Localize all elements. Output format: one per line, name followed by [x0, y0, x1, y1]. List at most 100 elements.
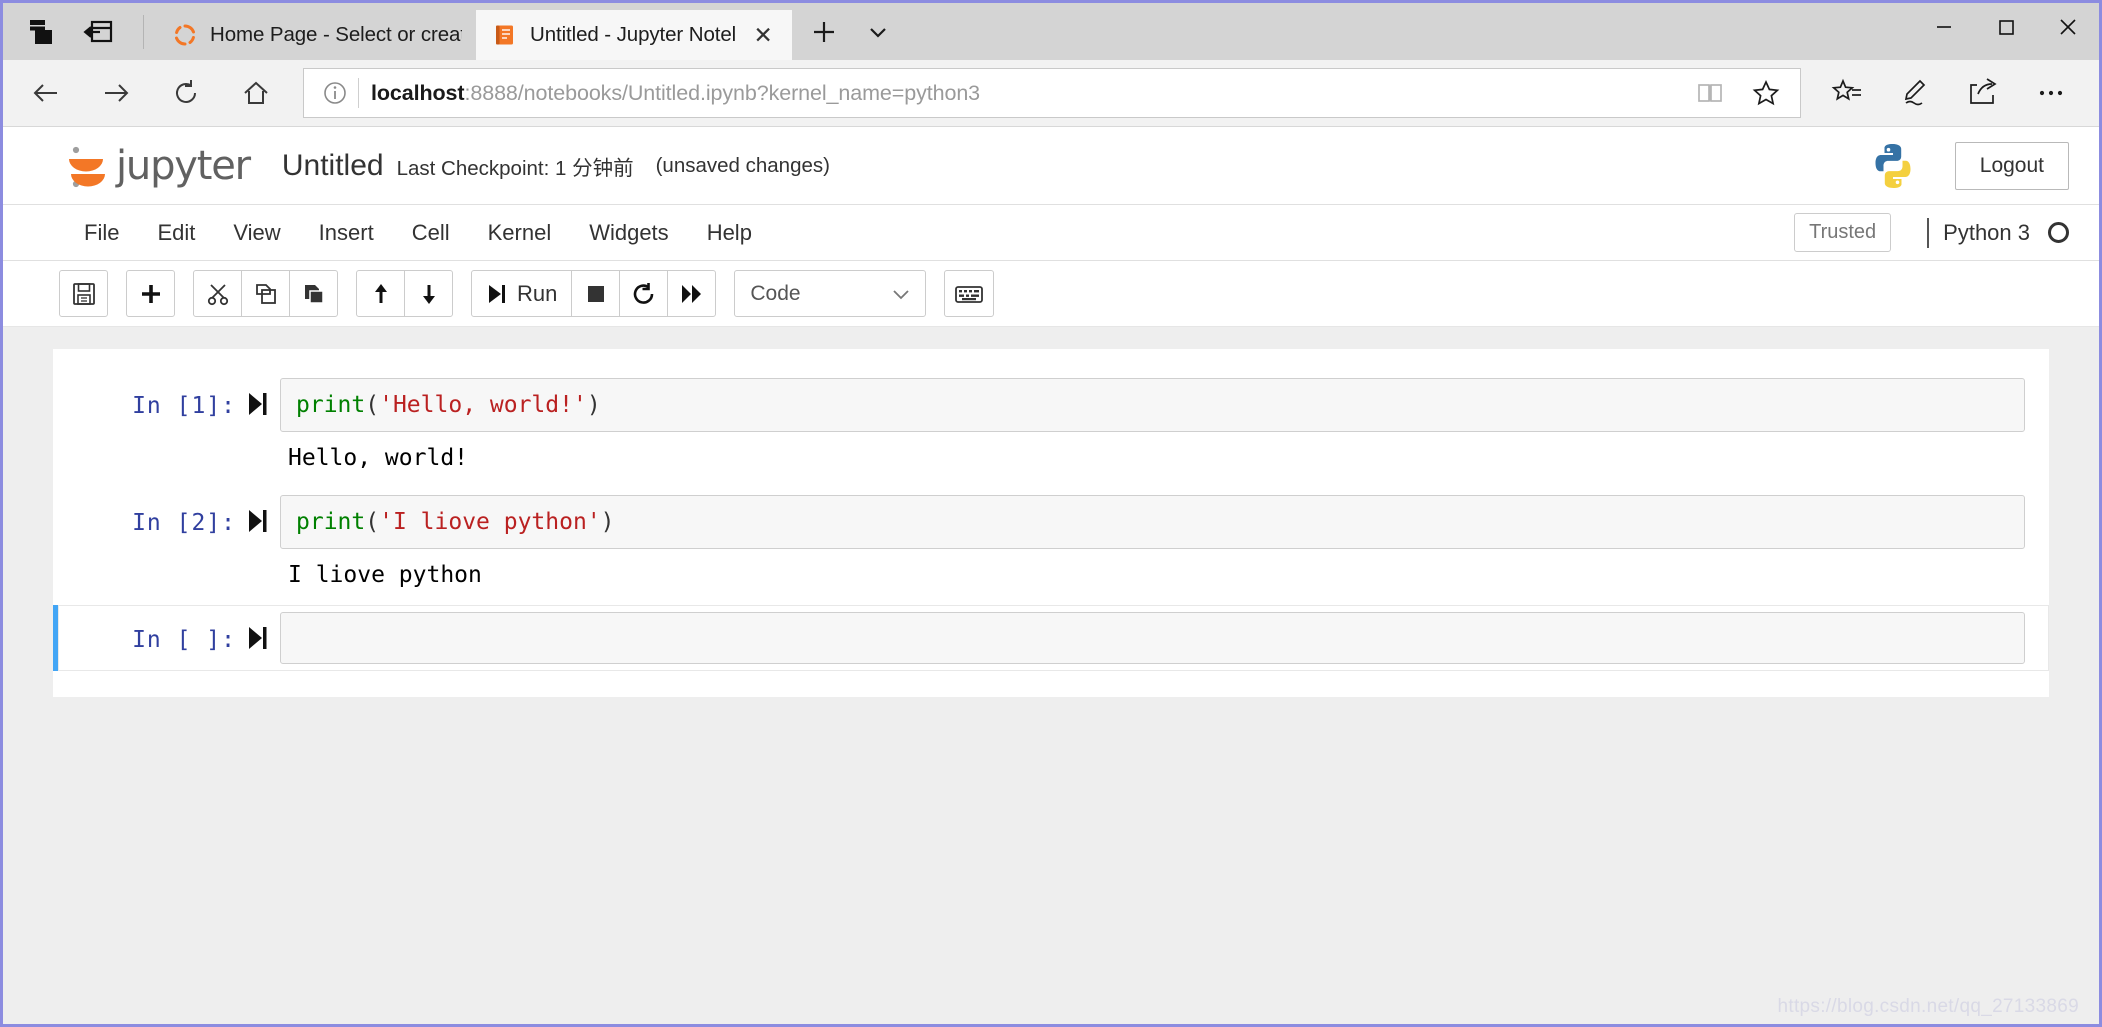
kernel-idle-icon: [2048, 222, 2069, 243]
menu-item-view[interactable]: View: [214, 211, 299, 255]
close-window-button[interactable]: [2037, 3, 2099, 51]
cell-input-area[interactable]: print('Hello, world!'): [280, 378, 2025, 432]
save-button[interactable]: [59, 270, 108, 317]
cell-type-value: Code: [750, 281, 801, 305]
python-logo-icon: [1867, 140, 1919, 192]
chevron-down-icon[interactable]: [860, 14, 896, 50]
cell-input-area[interactable]: [280, 612, 2025, 664]
cell-output-area: I liove python: [288, 562, 482, 588]
notebook-cell[interactable]: In [2]: print('I liove python') I liove …: [53, 488, 2049, 605]
menu-item-edit[interactable]: Edit: [138, 211, 214, 255]
browser-tab-title: Untitled - Jupyter Notel: [530, 23, 737, 46]
logout-button[interactable]: Logout: [1954, 141, 2069, 190]
menu-item-insert[interactable]: Insert: [300, 211, 393, 255]
notebook-name[interactable]: Untitled: [282, 149, 384, 183]
notebook-cell[interactable]: In [1]: print('Hello, world!') Hello, wo…: [53, 371, 2049, 488]
browser-tab-title: Home Page - Select or creat: [210, 23, 462, 46]
navigation-bar: localhost:8888/notebooks/Untitled.ipynb?…: [3, 60, 2099, 127]
cell-prompt: In [ ]:: [132, 627, 236, 653]
tab-preview-icon[interactable]: [25, 15, 59, 49]
toolbar-group-save: [59, 270, 108, 317]
web-notes-icon[interactable]: [1881, 65, 1949, 121]
notebook-scroll-area[interactable]: In [1]: print('Hello, world!') Hello, wo…: [3, 327, 2099, 1024]
code-token: (: [365, 392, 380, 418]
set-tabs-aside-icon[interactable]: [81, 15, 115, 49]
notebook-cell-selected[interactable]: In [ ]:: [53, 605, 2049, 671]
home-icon[interactable]: [221, 65, 291, 121]
cell-input-area[interactable]: print('I liove python'): [280, 495, 2025, 549]
jupyter-logo[interactable]: jupyter: [65, 141, 251, 191]
toolbar-group-palette: [944, 270, 995, 317]
share-icon[interactable]: [1949, 65, 2017, 121]
chevron-down-icon: [890, 283, 912, 305]
refresh-icon[interactable]: [151, 65, 221, 121]
toolbar-group-run: Run: [471, 270, 717, 317]
cell-body: [280, 612, 2025, 664]
jupyter-toolbar: Run Code: [3, 261, 2099, 327]
cell-body: print('I liove python') I liove python: [280, 495, 2025, 598]
last-checkpoint-label: Last Checkpoint: 1 分钟前: [396, 156, 634, 180]
favorites-hub-icon[interactable]: [1813, 65, 1881, 121]
code-token: 'Hello, world!': [379, 392, 587, 418]
kernel-name-label: Python 3: [1943, 219, 2030, 245]
kernel-indicator-group[interactable]: Python 3: [1927, 217, 2069, 248]
menu-item-file[interactable]: File: [65, 211, 138, 255]
cell-output-area: Hello, world!: [288, 445, 469, 471]
paste-cells-button[interactable]: [289, 270, 338, 317]
address-bar[interactable]: localhost:8888/notebooks/Untitled.ipynb?…: [303, 68, 1801, 118]
reading-view-icon[interactable]: [1682, 70, 1738, 116]
interrupt-kernel-button[interactable]: [571, 270, 621, 317]
url-path: :8888/notebooks/Untitled.ipynb?kernel_na…: [464, 80, 981, 105]
tab-strip-lead-controls: [3, 3, 156, 60]
command-palette-button[interactable]: [944, 270, 995, 317]
page-content: jupyter Untitled Last Checkpoint: 1 分钟前 …: [3, 127, 2099, 1024]
jupyter-spinner-icon: [172, 22, 198, 48]
cell-run-icon[interactable]: [236, 612, 280, 651]
code-token: ): [586, 392, 601, 418]
cell-type-select[interactable]: Code: [734, 270, 927, 317]
jupyter-menu-bar: File Edit View Insert Cell Kernel Widget…: [3, 205, 2099, 261]
code-token: (: [365, 509, 380, 535]
new-tab-button[interactable]: [806, 14, 842, 50]
cell-run-icon[interactable]: [236, 495, 280, 534]
watermark: https://blog.csdn.net/qq_27133869: [1777, 996, 2079, 1017]
cell-prompt: In [2]:: [132, 510, 236, 536]
notebook-container: In [1]: print('Hello, world!') Hello, wo…: [53, 349, 2049, 697]
copy-cells-button[interactable]: [241, 270, 290, 317]
trusted-badge[interactable]: Trusted: [1794, 213, 1892, 252]
menu-item-kernel[interactable]: Kernel: [469, 211, 571, 255]
code-token: print: [296, 509, 366, 535]
browser-tab-untitled-notebook[interactable]: Untitled - Jupyter Notel ✕: [476, 10, 793, 60]
menu-item-help[interactable]: Help: [688, 211, 771, 255]
run-cell-button[interactable]: Run: [471, 270, 573, 317]
toolbar-group-insert: [126, 270, 175, 317]
forward-icon[interactable]: [81, 65, 151, 121]
address-bar-url: localhost:8888/notebooks/Untitled.ipynb?…: [371, 81, 1682, 106]
move-cell-down-button[interactable]: [404, 270, 453, 317]
minimize-button[interactable]: [1913, 3, 1975, 51]
tab-strip-divider: [143, 14, 144, 49]
more-icon[interactable]: [2017, 65, 2085, 121]
move-cell-up-button[interactable]: [356, 270, 405, 317]
toolbar-group-move: [356, 270, 453, 317]
cut-cells-button[interactable]: [193, 270, 242, 317]
tab-strip: Home Page - Select or creat Untitled - J…: [3, 3, 2099, 60]
url-host: localhost: [371, 80, 465, 105]
cell-run-icon[interactable]: [236, 378, 280, 417]
insert-cell-below-button[interactable]: [126, 270, 175, 317]
toolbar-group-edit: [193, 270, 338, 317]
favorite-star-icon[interactable]: [1738, 70, 1794, 116]
tab-strip-trailing-controls: [792, 3, 896, 60]
menu-item-cell[interactable]: Cell: [393, 211, 469, 255]
close-icon[interactable]: ✕: [748, 20, 778, 50]
browser-tab-home-page[interactable]: Home Page - Select or creat: [156, 10, 476, 60]
run-icon: [486, 282, 508, 306]
code-token: 'I liove python': [379, 509, 601, 535]
site-info-icon[interactable]: [318, 76, 352, 110]
maximize-button[interactable]: [1975, 3, 2037, 51]
back-icon[interactable]: [11, 65, 81, 121]
menu-item-widgets[interactable]: Widgets: [570, 211, 687, 255]
jupyter-header: jupyter Untitled Last Checkpoint: 1 分钟前 …: [3, 127, 2099, 205]
restart-and-run-all-button[interactable]: [667, 270, 717, 317]
restart-kernel-button[interactable]: [619, 270, 669, 317]
